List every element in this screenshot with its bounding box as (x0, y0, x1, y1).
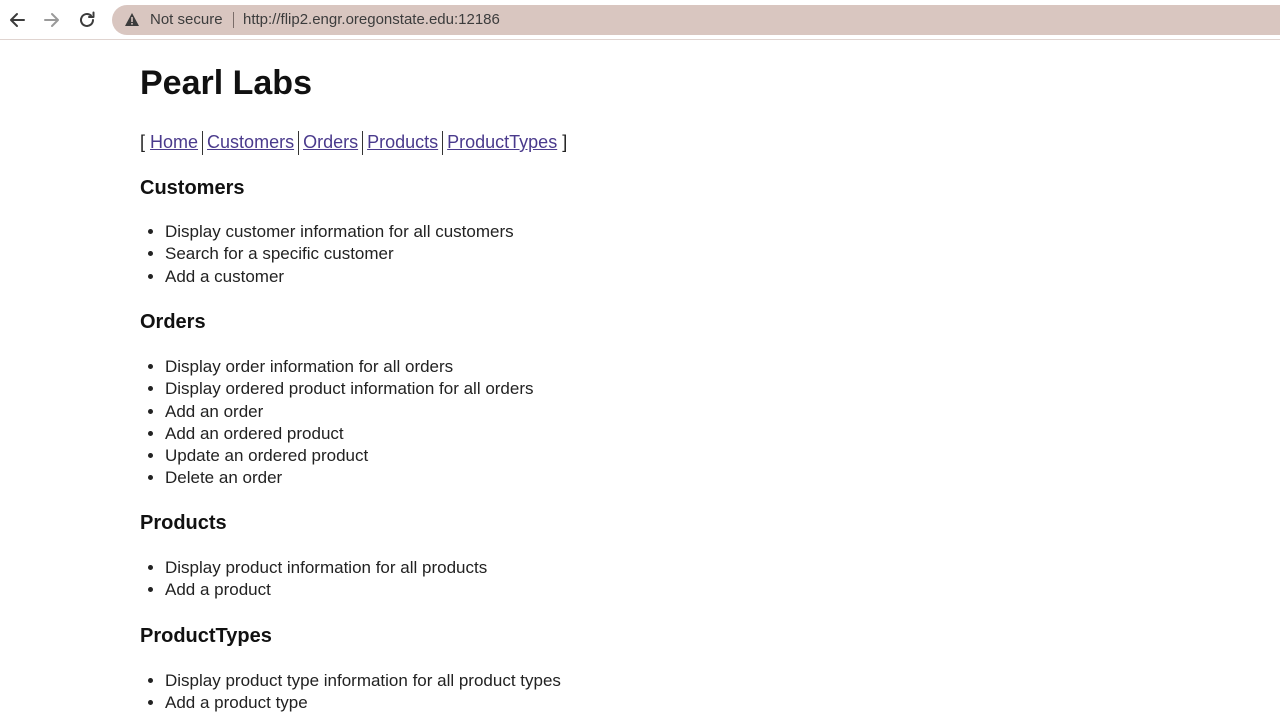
list-item: Add a product type (165, 692, 561, 714)
nav-separator (362, 131, 364, 156)
back-arrow-icon (10, 13, 25, 27)
producttypes-feature-list: Display product type information for all… (140, 670, 561, 715)
nav-link-home[interactable]: Home (150, 132, 198, 152)
list-item: Add an order (165, 401, 534, 423)
products-feature-list: Display product information for all prod… (140, 557, 487, 602)
section-heading-products: Products (140, 512, 227, 534)
url-text[interactable]: http://flip2.engr.oregonstate.edu:12186 (243, 11, 500, 29)
page-title: Pearl Labs (140, 64, 312, 102)
list-item: Display product type information for all… (165, 670, 561, 692)
list-item: Display order information for all orders (165, 356, 534, 378)
reload-icon (80, 11, 95, 27)
back-button[interactable] (3, 6, 31, 34)
address-bar[interactable]: Not secure http://flip2.engr.oregonstate… (112, 5, 1280, 35)
section-heading-orders: Orders (140, 311, 206, 333)
list-item: Display product information for all prod… (165, 557, 487, 579)
forward-button[interactable] (38, 6, 66, 34)
warning-triangle-icon (125, 13, 139, 26)
list-item: Update an ordered product (165, 445, 534, 467)
list-item: Add a product (165, 579, 487, 601)
list-item: Add an ordered product (165, 423, 534, 445)
nav-open-bracket: [ (140, 132, 146, 152)
nav-close-bracket: ] (562, 132, 568, 152)
list-item: Search for a specific customer (165, 243, 514, 265)
site-nav: [ Home Customers Orders Products ProductType… (140, 130, 568, 156)
nav-link-producttypes[interactable]: ProductTypes (447, 132, 557, 152)
customers-feature-list: Display customer information for all cus… (140, 221, 514, 288)
browser-toolbar: Not secure http://flip2.engr.oregonstate… (0, 0, 1280, 40)
nav-separator (298, 131, 300, 156)
nav-separator (442, 131, 444, 156)
list-item: Display ordered product information for … (165, 378, 534, 400)
list-item: Display customer information for all cus… (165, 221, 514, 243)
section-heading-producttypes: ProductTypes (140, 625, 272, 647)
orders-feature-list: Display order information for all orders… (140, 356, 534, 490)
security-status-label[interactable]: Not secure (150, 11, 223, 29)
section-heading-customers: Customers (140, 177, 245, 199)
list-item: Add a customer (165, 266, 514, 288)
forward-arrow-icon (44, 13, 59, 27)
address-divider (233, 12, 234, 28)
list-item: Delete an order (165, 467, 534, 489)
nav-link-products[interactable]: Products (367, 132, 438, 152)
nav-link-customers[interactable]: Customers (207, 132, 294, 152)
nav-link-orders[interactable]: Orders (303, 132, 358, 152)
nav-separator (202, 131, 204, 156)
reload-button[interactable] (73, 6, 101, 34)
